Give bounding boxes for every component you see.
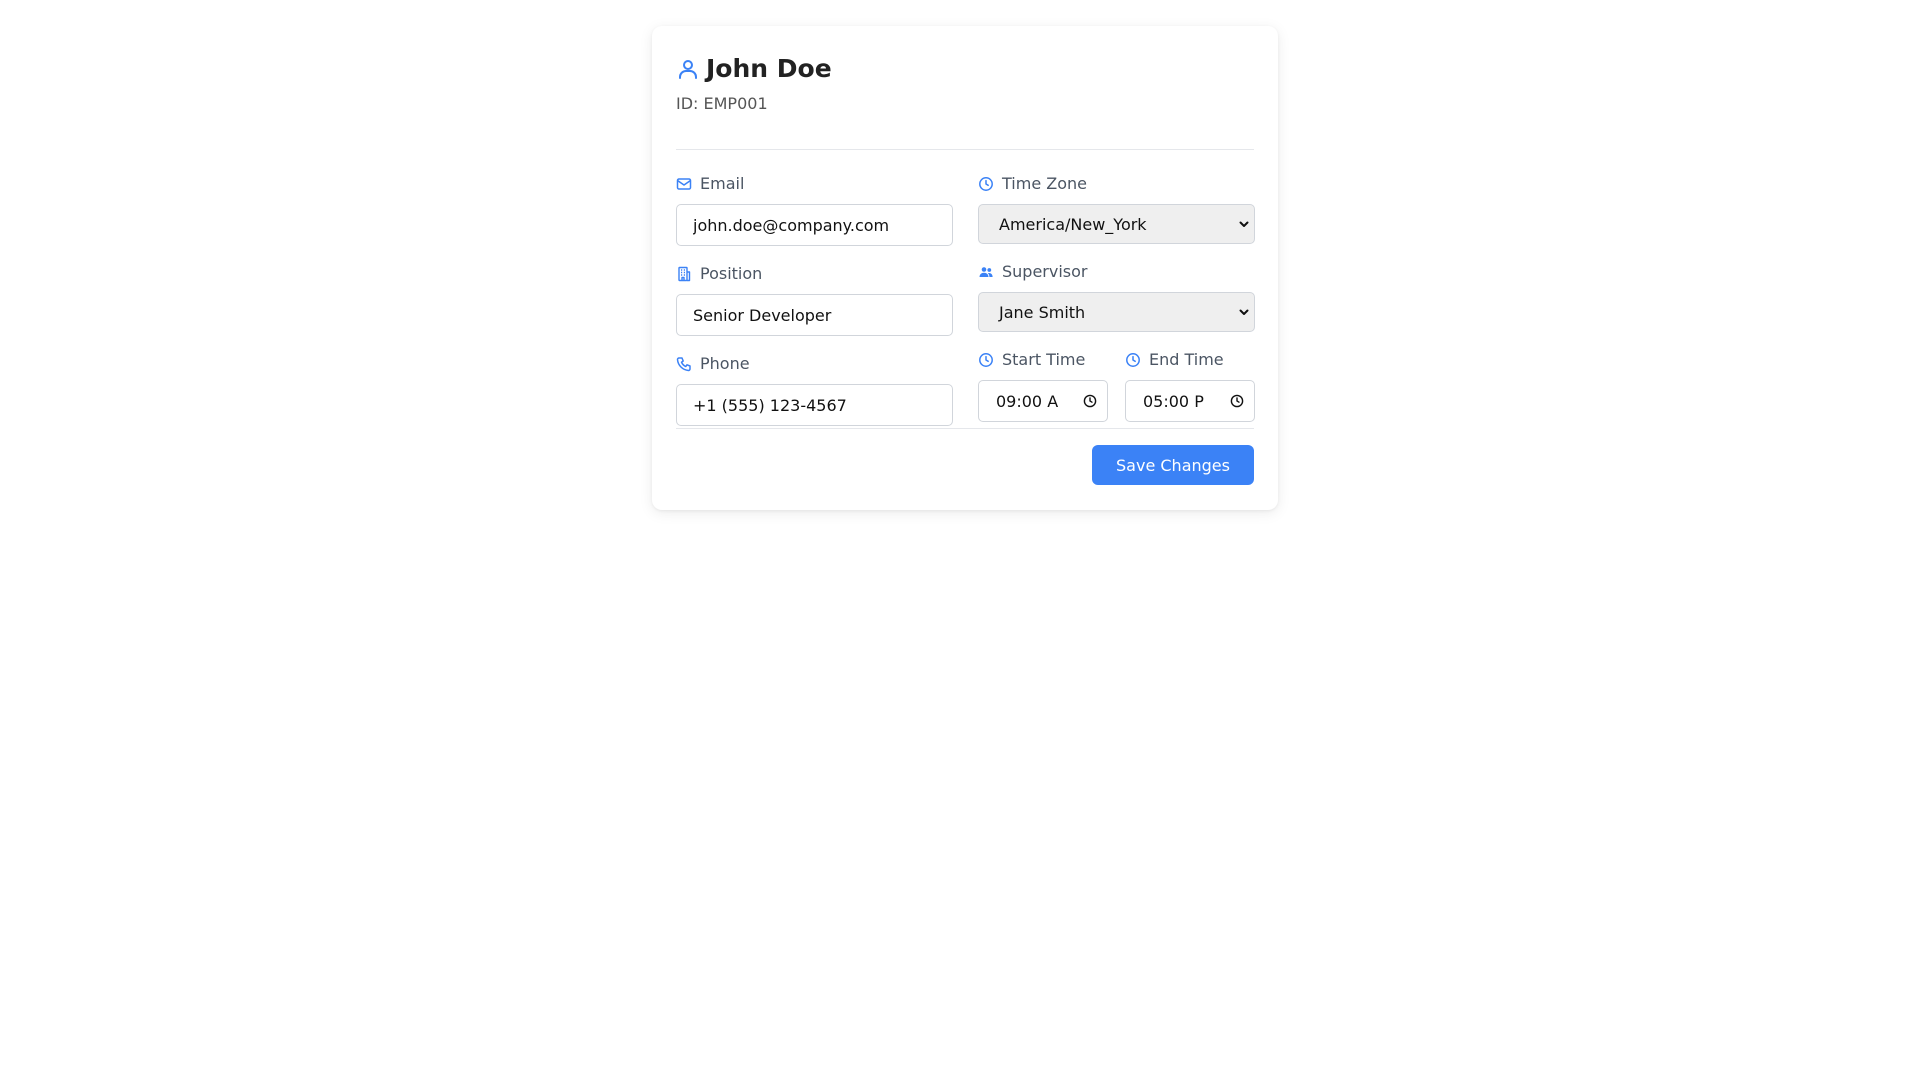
building-icon (676, 266, 692, 282)
email-label: Email (700, 174, 745, 193)
supervisor-label-row: Supervisor (978, 262, 1255, 282)
mail-icon (676, 176, 692, 192)
right-column: Time Zone America/New_York Supervisor Ja… (978, 174, 1255, 444)
supervisor-select[interactable]: Jane Smith (978, 292, 1255, 332)
phone-field-group: Phone (676, 354, 953, 426)
position-label: Position (700, 264, 763, 283)
email-label-row: Email (676, 174, 953, 194)
position-label-row: Position (676, 264, 953, 284)
end-time-label-row: End Time (1125, 350, 1255, 370)
users-icon (978, 264, 994, 280)
form-grid: Email Position (676, 174, 1255, 444)
chevron-down-icon (1238, 218, 1250, 230)
title-row: John Doe (676, 52, 1254, 86)
timezone-selected-value: America/New_York (999, 214, 1147, 234)
work-hours-row: Start Time 09:00 A End Time 05:00 P (978, 350, 1255, 422)
supervisor-field-group: Supervisor Jane Smith (978, 262, 1255, 332)
employee-card: John Doe ID: EMP001 Email john.doe@compa… (652, 26, 1278, 510)
clock-icon (978, 176, 994, 192)
chevron-down-icon (1238, 306, 1250, 318)
clock-icon (1125, 352, 1141, 368)
email-input[interactable] (676, 204, 953, 246)
end-time-input[interactable]: 05:00 P (1125, 380, 1255, 422)
clock-icon (978, 352, 994, 368)
phone-label: Phone (700, 354, 750, 373)
save-changes-button[interactable]: Save Changes (1092, 445, 1254, 485)
end-time-field-group: End Time 05:00 P (1125, 350, 1255, 422)
timezone-select[interactable]: America/New_York (978, 204, 1255, 244)
start-time-field-group: Start Time 09:00 A (978, 350, 1108, 422)
employee-id: ID: EMP001 (676, 94, 768, 113)
timezone-label-row: Time Zone (978, 174, 1255, 194)
card-header: John Doe ID: EMP001 (676, 52, 1254, 150)
email-field-group: Email (676, 174, 953, 246)
supervisor-selected-value: Jane Smith (999, 302, 1086, 322)
phone-input[interactable] (676, 384, 953, 426)
supervisor-label: Supervisor (1002, 262, 1088, 281)
employee-name: John Doe (706, 54, 832, 83)
start-time-input[interactable]: 09:00 A (978, 380, 1108, 422)
clock-picker-icon[interactable] (1083, 394, 1097, 408)
start-time-value: 09:00 A (996, 391, 1059, 411)
clock-picker-icon[interactable] (1230, 394, 1244, 408)
timezone-field-group: Time Zone America/New_York (978, 174, 1255, 244)
left-column: Email Position (676, 174, 953, 444)
phone-label-row: Phone (676, 354, 953, 374)
card-footer: Save Changes (676, 428, 1254, 485)
end-time-value: 05:00 P (1143, 391, 1204, 411)
start-time-label: Start Time (1002, 350, 1086, 369)
end-time-label: End Time (1149, 350, 1224, 369)
phone-icon (676, 356, 692, 372)
position-input[interactable] (676, 294, 953, 336)
user-icon (676, 57, 700, 81)
position-field-group: Position (676, 264, 953, 336)
start-time-label-row: Start Time (978, 350, 1108, 370)
timezone-label: Time Zone (1002, 174, 1087, 193)
